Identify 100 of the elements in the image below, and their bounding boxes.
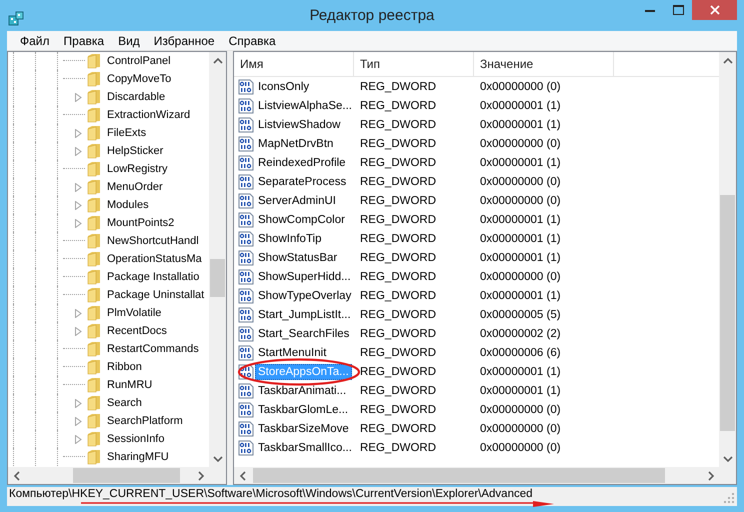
value-name[interactable]: TaskbarGlomLe...: [255, 402, 352, 418]
scroll-down-icon[interactable]: [722, 454, 732, 462]
scrollbar[interactable]: [209, 52, 226, 467]
tree-item[interactable]: FileExts: [107, 127, 146, 139]
value-name[interactable]: ShowCompColor: [255, 212, 348, 228]
maximize-icon: [672, 5, 684, 15]
scrollbar-thumb[interactable]: [73, 468, 180, 483]
scrollbar[interactable]: [719, 52, 736, 467]
expand-arrow-icon[interactable]: [75, 398, 82, 408]
tree-item[interactable]: Search: [107, 397, 142, 409]
value-type: REG_DWORD: [359, 156, 438, 168]
value-name[interactable]: ServerAdminUI: [255, 192, 339, 208]
tree-item[interactable]: Ribbon: [107, 361, 142, 373]
value-name[interactable]: TaskbarAnimati...: [255, 382, 350, 398]
scroll-right-icon[interactable]: [706, 470, 714, 480]
menu-item[interactable]: Вид: [111, 34, 147, 48]
tree-item[interactable]: MountPoints2: [107, 217, 174, 229]
tree-item[interactable]: OperationStatusMa: [107, 253, 202, 265]
tree-item[interactable]: Modules: [107, 199, 149, 211]
tree-item[interactable]: SearchPlatform: [107, 415, 183, 427]
tree-item[interactable]: NewShortcutHandl: [107, 235, 199, 247]
value-name[interactable]: TaskbarSizeMove: [255, 420, 352, 436]
value-name[interactable]: Start_SearchFiles: [255, 326, 352, 342]
expand-arrow-icon[interactable]: [75, 128, 82, 138]
folder-icon: [87, 287, 101, 303]
scrollbar-thumb[interactable]: [253, 468, 665, 483]
value-type: REG_DWORD: [359, 384, 438, 396]
tree-item[interactable]: ExtractionWizard: [107, 109, 190, 121]
resize-grip-icon[interactable]: [724, 493, 734, 503]
tree-item[interactable]: RecentDocs: [107, 325, 167, 337]
tree-item[interactable]: LowRegistry: [107, 163, 168, 175]
expand-arrow-icon[interactable]: [75, 182, 82, 192]
close-button[interactable]: [692, 0, 737, 20]
tree-item[interactable]: MenuOrder: [107, 181, 163, 193]
menu-item[interactable]: Правка: [56, 34, 112, 48]
value-name[interactable]: MapNetDrvBtn: [255, 136, 336, 152]
value-data: 0x00000001 (1): [479, 232, 561, 244]
value-data: 0x00000000 (0): [479, 194, 561, 206]
tree-item[interactable]: Package Uninstallat: [107, 289, 204, 301]
scrollbar-thumb[interactable]: [720, 195, 735, 431]
scroll-down-icon[interactable]: [212, 454, 222, 462]
value-data: 0x00000001 (1): [479, 214, 561, 226]
tree-item[interactable]: RestartCommands: [107, 343, 199, 355]
expand-arrow-icon[interactable]: [75, 308, 82, 318]
tree-item[interactable]: RunMRU: [107, 379, 152, 391]
value-name[interactable]: ShowInfoTip: [255, 230, 324, 246]
folder-icon: [87, 377, 101, 393]
value-name[interactable]: ReindexedProfile: [255, 154, 349, 170]
scroll-up-icon[interactable]: [212, 56, 222, 64]
scrollbar-thumb[interactable]: [210, 259, 225, 297]
folder-icon: [87, 125, 101, 141]
expand-arrow-icon[interactable]: [75, 434, 82, 444]
expand-arrow-icon[interactable]: [75, 416, 82, 426]
scroll-left-icon[interactable]: [238, 470, 246, 480]
scroll-right-icon[interactable]: [196, 470, 204, 480]
tree-item[interactable]: SessionInfo: [107, 433, 164, 445]
value-name[interactable]: ListviewShadow: [255, 116, 344, 132]
tree-item[interactable]: ControlPanel: [107, 55, 171, 67]
folder-icon: [87, 89, 101, 105]
column-header[interactable]: Тип: [354, 52, 474, 76]
value-data: 0x00000000 (0): [479, 442, 561, 454]
scroll-left-icon[interactable]: [12, 470, 20, 480]
expand-arrow-icon[interactable]: [75, 218, 82, 228]
column-header[interactable]: Имя: [234, 52, 354, 76]
tree-item[interactable]: HelpSticker: [107, 145, 164, 157]
folder-icon: [87, 305, 101, 321]
scroll-up-icon[interactable]: [722, 56, 732, 64]
expand-arrow-icon[interactable]: [75, 92, 82, 102]
value-name[interactable]: SeparateProcess: [255, 174, 350, 190]
binary-value-icon: [238, 326, 254, 342]
expand-arrow-icon[interactable]: [75, 146, 82, 156]
value-name[interactable]: ShowSuperHidd...: [255, 268, 354, 284]
value-name[interactable]: Start_JumpListIt...: [255, 306, 354, 322]
binary-value-icon: [238, 192, 254, 208]
value-type: REG_DWORD: [359, 194, 438, 206]
tree-item[interactable]: Package Installatio: [107, 271, 200, 283]
menu-item[interactable]: Справка: [222, 34, 283, 48]
value-name[interactable]: ShowStatusBar: [255, 250, 340, 266]
folder-icon: [87, 143, 101, 159]
binary-value-icon: [238, 116, 254, 132]
folder-icon: [87, 161, 101, 177]
tree-item[interactable]: CopyMoveTo: [107, 73, 172, 85]
value-name[interactable]: StartMenuInit: [255, 344, 330, 360]
value-name[interactable]: IconsOnly: [255, 78, 312, 94]
tree-item[interactable]: SharingMFU: [107, 451, 169, 463]
column-header[interactable]: Значение: [474, 52, 614, 76]
minimize-icon: [645, 8, 655, 12]
folder-icon: [87, 341, 101, 357]
folder-icon: [87, 53, 101, 69]
menu-item[interactable]: Файл: [13, 34, 57, 48]
expand-arrow-icon[interactable]: [75, 326, 82, 336]
expand-arrow-icon[interactable]: [75, 200, 82, 210]
menu-item[interactable]: Избранное: [146, 34, 222, 48]
value-name[interactable]: TaskbarSmallIco...: [255, 440, 355, 456]
value-type: REG_DWORD: [359, 118, 438, 130]
value-name[interactable]: ListviewAlphaSe...: [255, 98, 355, 114]
tree-item[interactable]: Discardable: [107, 91, 166, 103]
binary-value-icon: [238, 402, 254, 418]
tree-item[interactable]: PlmVolatile: [107, 307, 162, 319]
value-name[interactable]: ShowTypeOverlay: [255, 288, 354, 304]
